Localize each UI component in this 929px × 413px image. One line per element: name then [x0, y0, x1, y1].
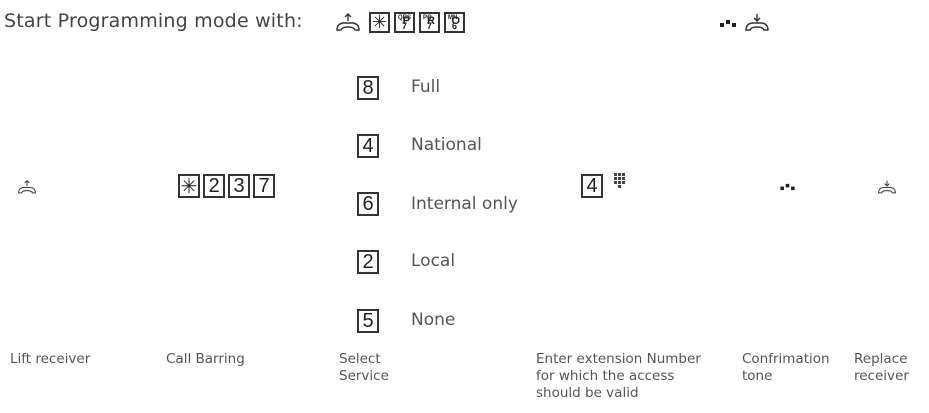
option-key-internal-only: 6: [357, 192, 379, 216]
caption-enter-extension: Enter extension Number for which the acc…: [536, 351, 701, 401]
caption-lift-receiver: Lift receiver: [10, 351, 91, 367]
option-label-national: National: [411, 135, 482, 155]
lift-receiver-icon: [336, 13, 360, 31]
option-key-none: 5: [357, 309, 379, 333]
star-key: ✳: [178, 174, 200, 198]
caption-call-barring: Call Barring: [166, 351, 245, 367]
extension-key: 4: [581, 174, 603, 198]
option-label-none: None: [411, 310, 456, 330]
option-key-local: 2: [357, 250, 379, 274]
option-key-full: 8: [357, 76, 379, 100]
star-key: ✳: [369, 12, 390, 33]
key-7-p: P QRS 7: [394, 12, 415, 33]
confirmation-tone-icon: [780, 183, 795, 191]
option-label-local: Local: [411, 251, 456, 271]
digit-key: 7: [253, 174, 275, 198]
caption-select-service: Select Service: [339, 351, 389, 384]
replace-receiver-icon: [877, 180, 897, 194]
replace-receiver-icon: [745, 14, 769, 31]
caption-confirmation-tone: Confrimation tone: [742, 351, 830, 384]
digit-key: 2: [203, 174, 225, 198]
option-key-national: 4: [357, 134, 379, 158]
confirmation-tone-icon: [720, 20, 736, 27]
key-7-r: R PQ 7: [419, 12, 440, 33]
header-instruction: Start Programming mode with:: [4, 10, 303, 32]
lift-receiver-icon: [17, 179, 37, 194]
digit-key: 3: [228, 174, 250, 198]
option-label-internal-only: Internal only: [411, 194, 518, 214]
option-label-full: Full: [411, 77, 441, 97]
caption-replace-receiver: Replace receiver: [854, 351, 909, 384]
key-6-o: O MN 6: [444, 12, 465, 33]
keypad-icon: [614, 173, 625, 188]
